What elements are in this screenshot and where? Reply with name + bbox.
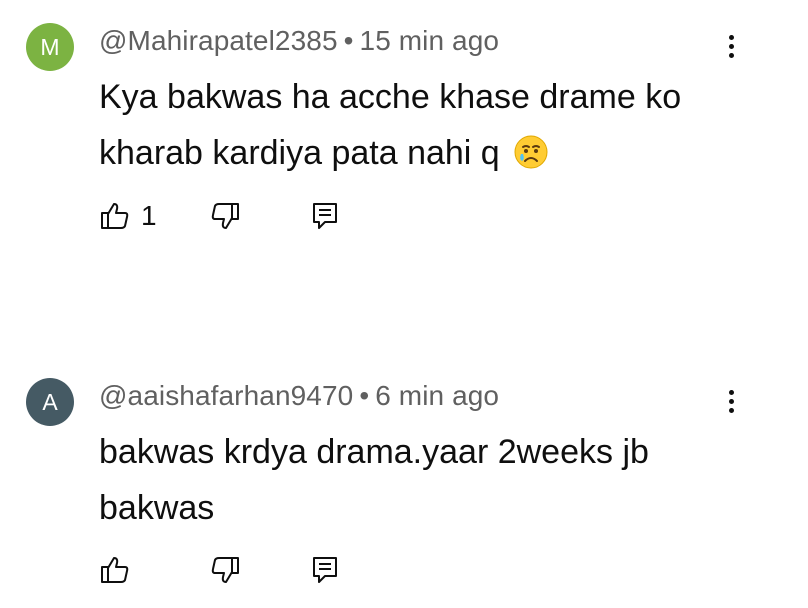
comment-time: 15 min ago — [359, 25, 500, 56]
avatar[interactable]: A — [26, 378, 74, 426]
comment-actions: 1 — [99, 198, 499, 234]
comment-text-content: bakwas krdya drama.yaar 2weeks jb bakwas — [99, 433, 649, 527]
more-options-icon[interactable] — [715, 30, 747, 62]
thumbs-up-icon — [99, 200, 131, 232]
avatar[interactable]: M — [26, 23, 74, 71]
avatar-letter: A — [42, 388, 58, 415]
comment-meta: @Mahirapatel2385 • 15 min ago — [99, 25, 499, 57]
like-button[interactable] — [99, 552, 141, 588]
meta-separator: • — [359, 380, 370, 411]
author-handle[interactable]: @Mahirapatel2385 — [99, 25, 338, 56]
comment-meta: @aaishafarhan9470 • 6 min ago — [99, 380, 499, 412]
avatar-letter: M — [40, 33, 60, 60]
more-options-icon[interactable] — [715, 385, 747, 417]
thumbs-up-icon — [99, 554, 131, 586]
comment-text: Kya bakwas ha acche khase drame ko khara… — [99, 69, 739, 181]
author-handle[interactable]: @aaishafarhan9470 — [99, 380, 353, 411]
comment-text-content: Kya bakwas ha acche khase drame ko khara… — [99, 78, 682, 172]
crying-face-icon — [513, 134, 549, 170]
dislike-button[interactable] — [209, 198, 241, 234]
comment-actions — [99, 552, 499, 588]
dislike-button[interactable] — [209, 552, 241, 588]
reply-comment-icon — [309, 200, 341, 232]
thumbs-down-icon — [209, 200, 241, 232]
like-button[interactable]: 1 — [99, 198, 157, 234]
comment-item: A @aaishafarhan9470 • 6 min ago bakwas krd… — [0, 355, 808, 608]
comment-time: 6 min ago — [375, 380, 500, 411]
comment-item: M @Mahirapatel2385 • 15 min ago Kya bakwas… — [0, 0, 808, 300]
reply-button[interactable] — [309, 552, 341, 588]
reply-comment-icon — [309, 554, 341, 586]
like-count: 1 — [141, 200, 157, 231]
comment-text: bakwas krdya drama.yaar 2weeks jb bakwas — [99, 424, 719, 536]
reply-button[interactable] — [309, 198, 341, 234]
thumbs-down-icon — [209, 554, 241, 586]
meta-separator: • — [343, 25, 354, 56]
